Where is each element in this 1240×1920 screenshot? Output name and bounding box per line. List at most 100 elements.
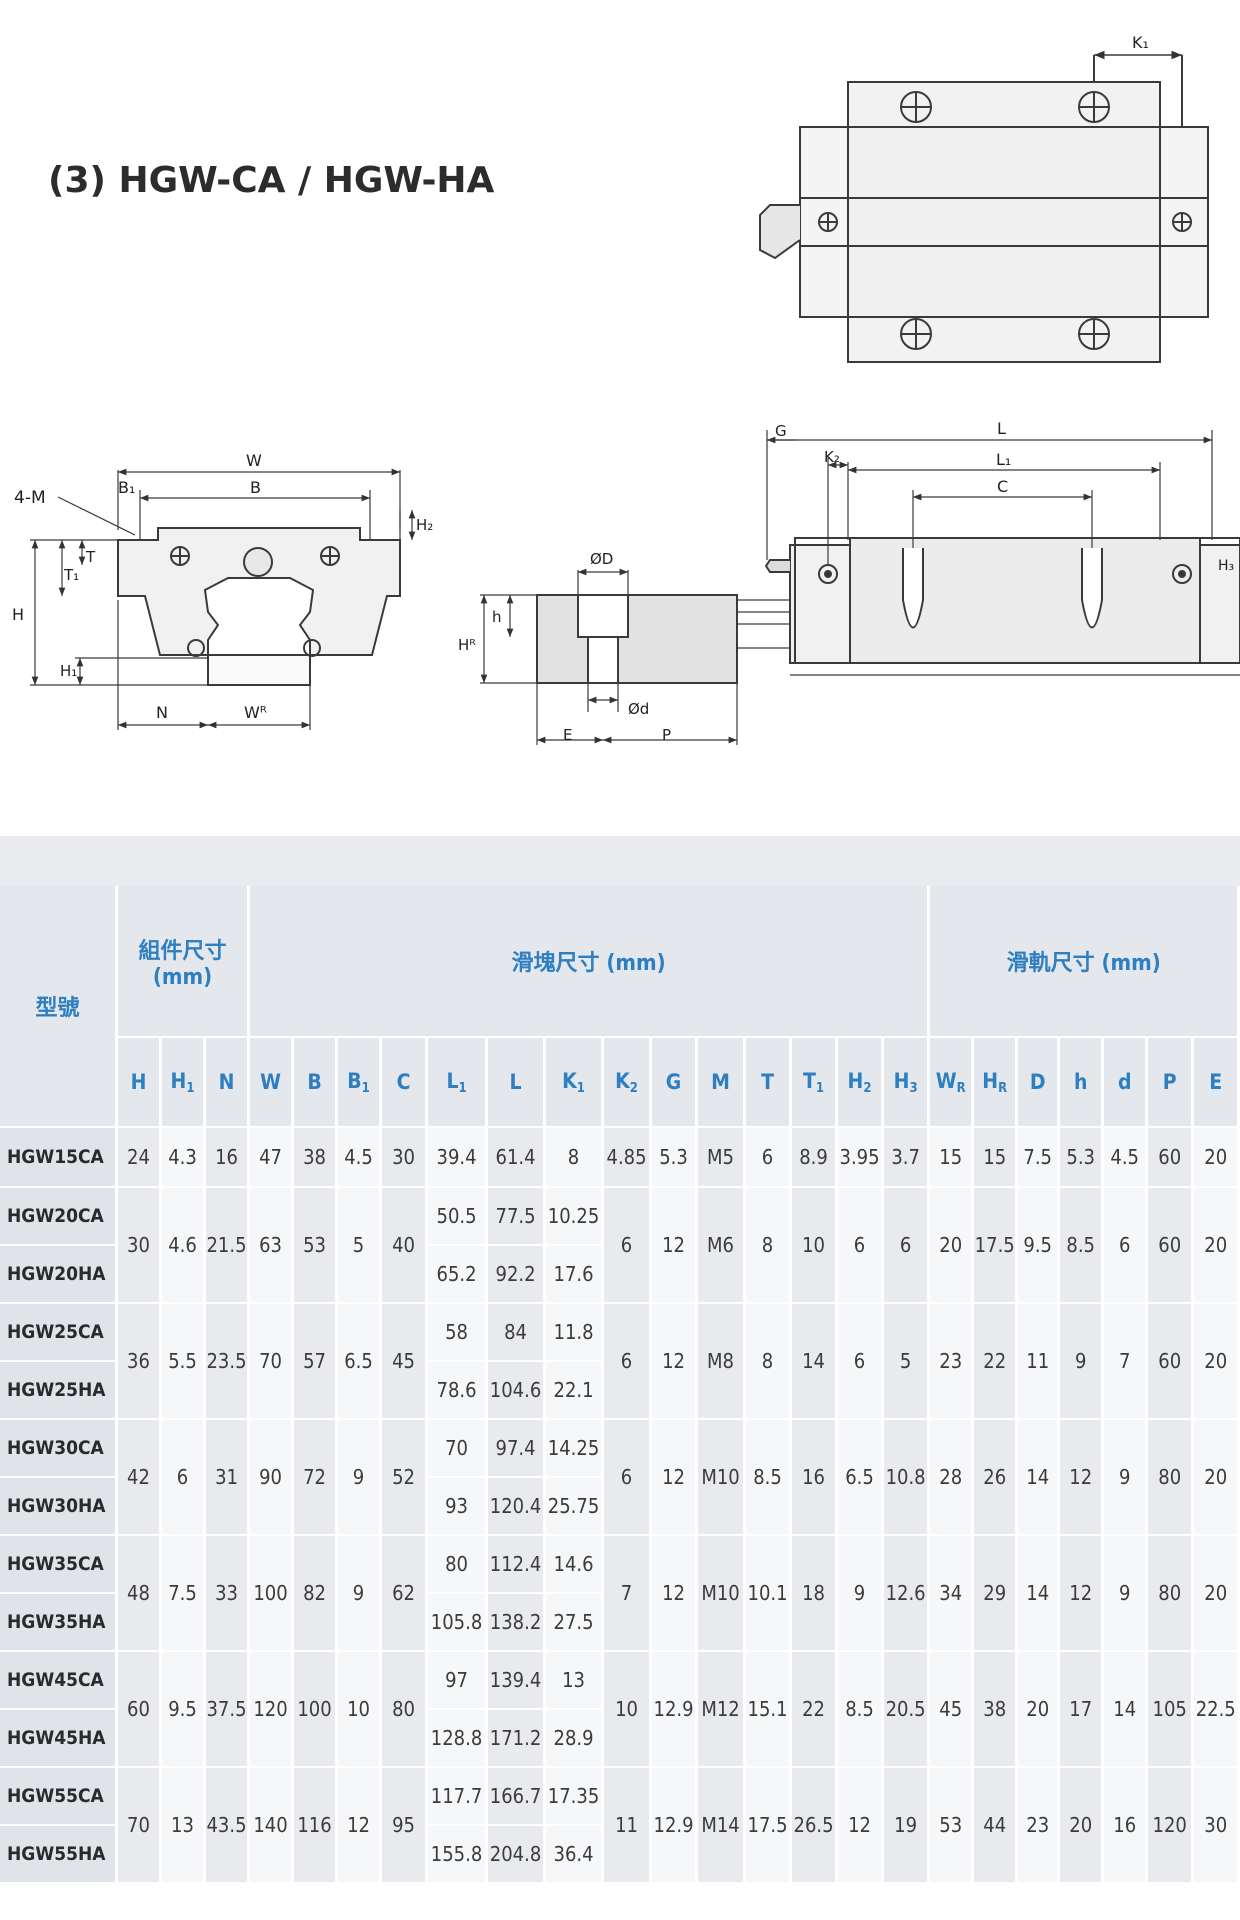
value-cell: 57: [294, 1304, 339, 1420]
value-cell: 8: [746, 1188, 793, 1304]
table-row: HGW25CA 36 5.5 23.5 70 57 6.5 45 58 84 11.8 6 12 M8 8 1…: [0, 1304, 1240, 1420]
value-cell: 28.9: [546, 1710, 605, 1768]
value-cell: 92.2: [488, 1246, 547, 1304]
value-cell: 14: [1104, 1652, 1149, 1768]
value-cell: 204.8: [488, 1826, 547, 1884]
header-symbol: W: [250, 1038, 295, 1128]
value-cell: 13: [546, 1652, 605, 1710]
header-symbol: L: [488, 1038, 547, 1128]
value-cell: M10: [698, 1420, 747, 1536]
value-cell: 30: [382, 1128, 429, 1188]
value-cell: 9.5: [162, 1652, 206, 1768]
table-row: HGW20CA 30 4.6 21.5 63 53 5 40 50.5 77.5 10.25 6 12 M…: [0, 1188, 1240, 1304]
value-cell: 9.5: [1018, 1188, 1061, 1304]
value-cell: 6: [604, 1304, 653, 1420]
value-cell: 36: [118, 1304, 162, 1420]
value-cell: 120: [1148, 1768, 1195, 1884]
label-b: B: [250, 478, 261, 497]
value-cell: 16: [792, 1420, 839, 1536]
header-symbol: h: [1060, 1038, 1105, 1128]
label-h: H: [12, 605, 24, 624]
value-cell: 60: [118, 1652, 162, 1768]
value-cell: 10: [604, 1652, 653, 1768]
value-cell: 9: [838, 1536, 885, 1652]
value-cell: 12: [838, 1768, 885, 1884]
label-e: E: [563, 726, 572, 744]
value-cell: 78.6: [428, 1362, 489, 1420]
value-cell: 4.85: [604, 1128, 653, 1188]
header-symbol: T1: [792, 1038, 839, 1128]
value-cell: 12: [652, 1420, 699, 1536]
value-cell: 21.5: [206, 1188, 251, 1304]
value-cell: 5: [884, 1304, 931, 1420]
header-block: 滑塊尺寸 (mm): [250, 886, 931, 1038]
label-k2: K₂: [824, 448, 840, 466]
value-cell: 22.1: [546, 1362, 605, 1420]
technical-drawing: K₁ W B B₁ 4-M T T₁ H H₁ H₂ N Wᴿ ØD Ød Hᴿ…: [12, 33, 1240, 745]
value-cell: 45: [930, 1652, 975, 1768]
value-cell: 128.8: [428, 1710, 489, 1768]
value-cell: 11.8: [546, 1304, 605, 1362]
value-cell: 10.25: [546, 1188, 605, 1246]
model-cell: HGW30HA: [0, 1478, 118, 1536]
value-cell: 48: [118, 1536, 162, 1652]
model-cell: HGW20HA: [0, 1246, 118, 1304]
label-t1: T₁: [63, 566, 79, 584]
value-cell: 6: [604, 1420, 653, 1536]
value-cell: 9: [338, 1420, 383, 1536]
value-cell: 9: [1060, 1304, 1105, 1420]
value-cell: 39.4: [428, 1128, 489, 1188]
value-cell: 45: [382, 1304, 429, 1420]
value-cell: 26.5: [792, 1768, 839, 1884]
header-symbol: D: [1018, 1038, 1061, 1128]
value-cell: 12: [1060, 1536, 1105, 1652]
value-cell: 20: [1194, 1128, 1240, 1188]
value-cell: 17.6: [546, 1246, 605, 1304]
header-symbol: H3: [884, 1038, 931, 1128]
header-symbol: P: [1148, 1038, 1195, 1128]
label-w: W: [246, 451, 262, 470]
value-cell: 38: [294, 1128, 339, 1188]
value-cell: 15: [930, 1128, 975, 1188]
value-cell: 80: [1148, 1536, 1195, 1652]
value-cell: 10: [338, 1652, 383, 1768]
value-cell: 23: [1018, 1768, 1061, 1884]
value-cell: 20: [1194, 1420, 1240, 1536]
label-b1: B₁: [118, 478, 135, 497]
model-cell: HGW30CA: [0, 1420, 118, 1478]
value-cell: 16: [1104, 1768, 1149, 1884]
value-cell: 12: [652, 1188, 699, 1304]
value-cell: 17: [1060, 1652, 1105, 1768]
value-cell: 24: [118, 1128, 162, 1188]
label-l: L: [997, 419, 1006, 438]
label-4m: 4-M: [14, 488, 46, 508]
header-rail: 滑軌尺寸 (mm): [930, 886, 1240, 1038]
value-cell: 4.3: [162, 1128, 206, 1188]
value-cell: 8.9: [792, 1128, 839, 1188]
header-symbol: d: [1104, 1038, 1149, 1128]
table-row: HGW45CA 60 9.5 37.5 120 100 10 80 97 139.4 13 10 12.…: [0, 1652, 1240, 1768]
value-cell: 7.5: [162, 1536, 206, 1652]
value-cell: 9: [1104, 1536, 1149, 1652]
model-cell: HGW20CA: [0, 1188, 118, 1246]
value-cell: 7: [604, 1536, 653, 1652]
header-symbol: E: [1194, 1038, 1240, 1128]
value-cell: 31: [206, 1420, 251, 1536]
value-cell: 166.7: [488, 1768, 547, 1826]
model-cell: HGW35CA: [0, 1536, 118, 1594]
value-cell: 20: [1194, 1188, 1240, 1304]
value-cell: 34: [930, 1536, 975, 1652]
value-cell: M14: [698, 1768, 747, 1884]
value-cell: 82: [294, 1536, 339, 1652]
model-cell: HGW45HA: [0, 1710, 118, 1768]
header-symbol: G: [652, 1038, 699, 1128]
value-cell: 20: [1194, 1304, 1240, 1420]
label-h2: H₂: [416, 516, 433, 534]
value-cell: 17.35: [546, 1768, 605, 1826]
value-cell: 30: [1194, 1768, 1240, 1884]
value-cell: 7.5: [1018, 1128, 1061, 1188]
value-cell: 47: [250, 1128, 295, 1188]
value-cell: 105.8: [428, 1594, 489, 1652]
value-cell: 80: [428, 1536, 489, 1594]
value-cell: 116: [294, 1768, 339, 1884]
